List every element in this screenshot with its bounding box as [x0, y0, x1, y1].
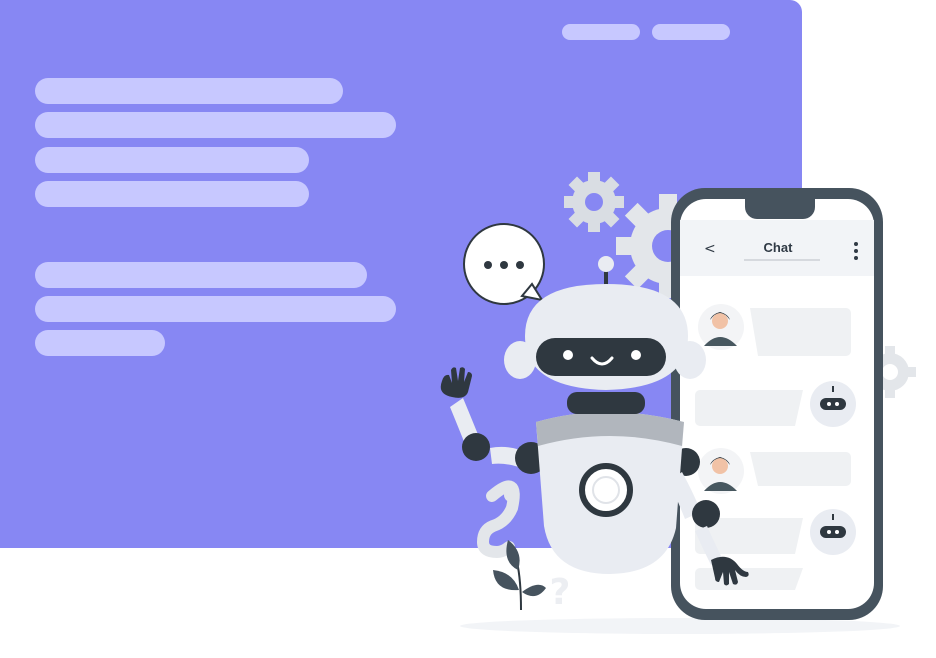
robot-neck: [567, 392, 645, 414]
small-question-mark-icon: ?: [550, 572, 571, 613]
typing-dot-3: [516, 261, 524, 269]
chatbot-illustration: < Chat ?: [440, 172, 916, 634]
user-avatar-2: [698, 448, 744, 494]
typing-dot-1: [484, 261, 492, 269]
bot-avatar-1: [810, 381, 856, 427]
incoming-message-2: [750, 452, 851, 486]
robot-antenna-tip: [598, 256, 614, 272]
robot-right-elbow-joint: [692, 500, 720, 528]
phone: < Chat: [671, 188, 883, 620]
user-avatar-1: [698, 304, 744, 350]
question-mark-icon: [476, 480, 520, 559]
phone-notch: [745, 199, 815, 219]
bot-avatar-2: [810, 509, 856, 555]
more-vertical-icon[interactable]: [854, 242, 858, 260]
back-icon[interactable]: <: [704, 241, 716, 257]
chat-title: Chat: [764, 240, 794, 255]
incoming-message-1: [750, 308, 851, 356]
landing-hero: < Chat ?: [0, 0, 936, 658]
robot-right-eye: [631, 350, 641, 360]
robot-left-hand-icon: [440, 367, 472, 398]
robot-chest-core: [592, 476, 620, 504]
robot-left-eye: [563, 350, 573, 360]
robot-visor: [536, 338, 666, 376]
outgoing-message-1: [695, 390, 803, 426]
outgoing-message-3: [695, 568, 803, 590]
speech-bubble: [463, 223, 545, 305]
gear-icon: [564, 172, 624, 232]
robot-right-ear: [674, 341, 706, 379]
ground-shadow: [460, 618, 900, 634]
robot-left-ear: [504, 341, 536, 379]
robot-left-shoulder-joint: [462, 433, 490, 461]
typing-dot-2: [500, 261, 508, 269]
